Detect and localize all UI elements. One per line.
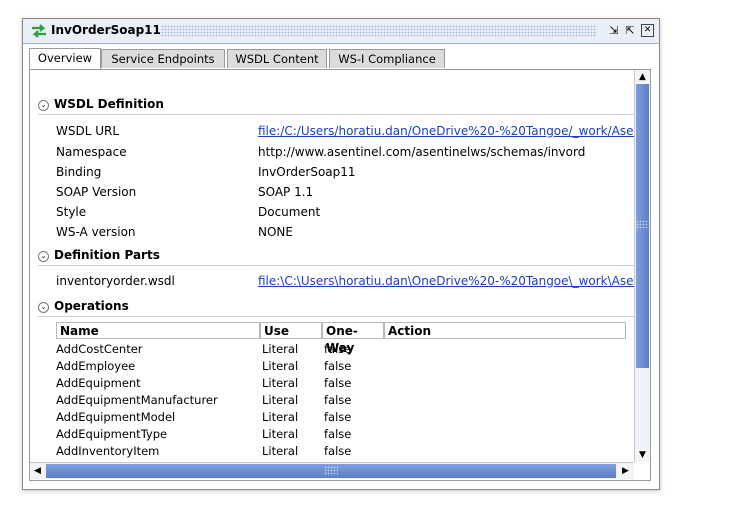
swap-arrows-icon xyxy=(32,24,46,38)
collapse-icon[interactable]: ⌄ xyxy=(38,302,49,313)
tab-service-endpoints[interactable]: Service Endpoints xyxy=(101,49,225,68)
collapse-icon[interactable]: ⌄ xyxy=(38,251,49,262)
operation-name: AddEquipmentType xyxy=(56,427,168,441)
operation-use: Literal xyxy=(262,342,299,356)
operation-one-way: false xyxy=(324,427,352,441)
field-label-wsdl-url: WSDL URL xyxy=(56,124,120,138)
operation-use: Literal xyxy=(262,444,299,458)
title-bar-grip xyxy=(161,25,597,37)
wsdl-definition-header[interactable]: ⌄ WSDL Definition xyxy=(38,97,164,111)
minimize-icon[interactable]: ⇲ xyxy=(607,24,621,38)
tab-wsdl-content[interactable]: WSDL Content xyxy=(227,49,327,68)
operation-one-way: false xyxy=(324,444,352,458)
title-bar[interactable]: InvOrderSoap11 ⇲ ⇱ ✕ xyxy=(23,19,659,44)
operation-name: AddCostCenter xyxy=(56,342,143,356)
horizontal-scrollbar[interactable]: ◀ ▶ xyxy=(30,462,634,479)
horizontal-scroll-thumb[interactable] xyxy=(46,464,616,478)
scroll-left-icon[interactable]: ◀ xyxy=(30,464,45,478)
column-header-action[interactable]: Action xyxy=(384,322,626,339)
wsdl-interface-window: InvOrderSoap11 ⇲ ⇱ ✕ Overview Service En… xyxy=(22,18,660,490)
divider xyxy=(38,114,638,115)
close-icon[interactable]: ✕ xyxy=(641,24,654,37)
operations-header[interactable]: ⌄ Operations xyxy=(38,299,129,313)
tab-overview[interactable]: Overview xyxy=(29,48,101,69)
definition-parts-header[interactable]: ⌄ Definition Parts xyxy=(38,248,160,262)
operation-use: Literal xyxy=(262,376,299,390)
tab-bar: Overview Service Endpoints WSDL Content … xyxy=(29,48,651,69)
soap-version-value: SOAP 1.1 xyxy=(258,185,314,199)
operation-one-way: false xyxy=(324,410,352,424)
operation-use: Literal xyxy=(262,410,299,424)
grip-icon xyxy=(324,466,338,476)
operation-use: Literal xyxy=(262,393,299,407)
operation-name: AddEmployee xyxy=(56,359,136,373)
field-label-namespace: Namespace xyxy=(56,145,127,159)
field-label-binding: Binding xyxy=(56,165,102,179)
operation-name: AddEquipmentManufacturer xyxy=(56,393,218,407)
operation-name: AddEquipmentModel xyxy=(56,410,176,424)
window-title: InvOrderSoap11 xyxy=(51,23,161,37)
operation-name: AddInventoryItem xyxy=(56,444,160,458)
namespace-value: http://www.asentinel.com/asentinelws/sch… xyxy=(258,145,586,159)
operation-one-way: false xyxy=(324,342,352,356)
operation-name: AddEquipment xyxy=(56,376,141,390)
operation-use: Literal xyxy=(262,427,299,441)
operation-one-way: false xyxy=(324,393,352,407)
operation-one-way: false xyxy=(324,359,352,373)
grip-icon xyxy=(636,220,650,230)
wsdl-url-link[interactable]: file:/C:/Users/horatiu.dan/OneDrive%20-%… xyxy=(258,124,649,138)
tab-ws-i-compliance[interactable]: WS-I Compliance xyxy=(329,49,445,68)
overview-panel: ⌄ WSDL Definition WSDL URL file:/C:/Users… xyxy=(29,69,651,481)
definition-part-link[interactable]: file:\C:\Users\horatiu.dan\OneDrive%20-%… xyxy=(258,274,649,288)
field-label-style: Style xyxy=(56,205,87,219)
style-value: Document xyxy=(258,205,321,219)
divider xyxy=(38,265,638,266)
ws-a-version-value: NONE xyxy=(258,225,293,239)
operation-use: Literal xyxy=(262,359,299,373)
vertical-scrollbar[interactable]: ▲ ▼ xyxy=(634,70,650,462)
column-header-name[interactable]: Name xyxy=(56,322,260,339)
maximize-icon[interactable]: ⇱ xyxy=(623,24,637,38)
definition-part-name: inventoryorder.wsdl xyxy=(56,274,175,288)
scroll-down-icon[interactable]: ▼ xyxy=(635,448,650,462)
divider xyxy=(38,316,638,317)
column-header-use[interactable]: Use xyxy=(260,322,322,339)
vertical-scroll-thumb[interactable] xyxy=(636,84,650,368)
scroll-up-icon[interactable]: ▲ xyxy=(635,70,650,84)
operation-one-way: false xyxy=(324,376,352,390)
field-label-soap-version: SOAP Version xyxy=(56,185,137,199)
field-label-ws-a-version: WS-A version xyxy=(56,225,136,239)
binding-value: InvOrderSoap11 xyxy=(258,165,356,179)
collapse-icon[interactable]: ⌄ xyxy=(38,100,49,111)
column-header-one-way[interactable]: One-Way xyxy=(322,322,384,355)
scroll-right-icon[interactable]: ▶ xyxy=(618,464,633,478)
